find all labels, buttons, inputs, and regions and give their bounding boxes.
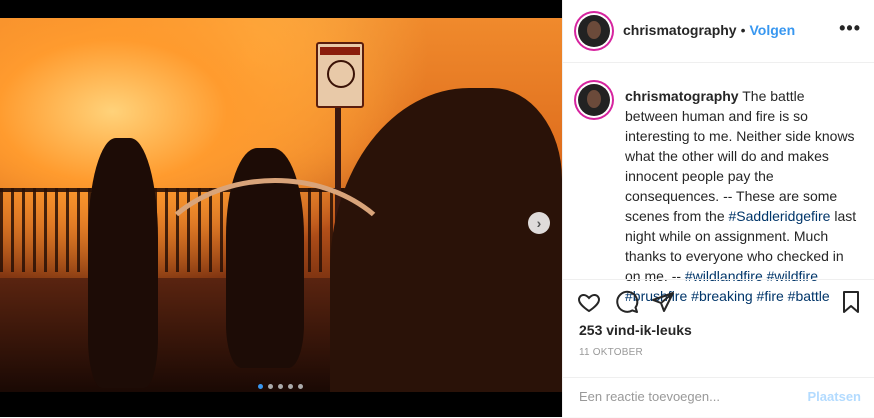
comment-bar: Een reactie toevoegen... Plaatsen: [563, 377, 874, 418]
post-header: chrismatography • Volgen •••: [563, 0, 874, 63]
hashtag-link[interactable]: #Saddleridgefire: [729, 208, 831, 224]
post-sidebar: chrismatography • Volgen ••• chrismatograp…: [562, 0, 874, 417]
username[interactable]: chrismatography: [623, 22, 737, 38]
caption: chrismatography The battle between human…: [625, 86, 861, 306]
carousel-dot: [298, 384, 303, 389]
photo-top-bar: [0, 0, 562, 18]
caption-avatar[interactable]: [578, 84, 610, 116]
photo-bottom-bar: [0, 392, 562, 417]
follow-button[interactable]: Volgen: [750, 22, 796, 38]
chevron-right-icon: ›: [536, 215, 542, 231]
carousel-dots: [258, 384, 303, 389]
carousel-dot: [278, 384, 283, 389]
post-date[interactable]: 11 OKTOBER: [579, 347, 643, 358]
post-comment-button[interactable]: Plaatsen: [808, 389, 861, 404]
carousel-dot: [258, 384, 263, 389]
separator: •: [740, 22, 746, 38]
carousel-dot: [288, 384, 293, 389]
header-user-line: chrismatography • Volgen: [623, 22, 795, 40]
next-photo-button[interactable]: ›: [528, 212, 550, 234]
warning-sign: [316, 42, 364, 108]
hose: [140, 178, 410, 388]
avatar[interactable]: [578, 15, 610, 47]
comment-icon[interactable]: [615, 290, 639, 314]
caption-text: The battle between human and fire is so …: [625, 88, 855, 224]
comment-input[interactable]: Een reactie toevoegen...: [579, 389, 720, 404]
carousel-dot: [268, 384, 273, 389]
heart-icon[interactable]: [577, 290, 601, 314]
more-options-icon[interactable]: •••: [839, 18, 861, 39]
caption-username[interactable]: chrismatography: [625, 88, 739, 104]
share-icon[interactable]: [651, 290, 675, 314]
like-count[interactable]: 253 vind-ik-leuks: [579, 322, 692, 338]
warning-sign-art: [327, 60, 355, 88]
post-photo[interactable]: ›: [0, 18, 562, 392]
bookmark-icon[interactable]: [839, 290, 863, 314]
post-actions: 253 vind-ik-leuks 11 OKTOBER: [563, 279, 874, 378]
warning-sign-stripe: [320, 47, 360, 55]
